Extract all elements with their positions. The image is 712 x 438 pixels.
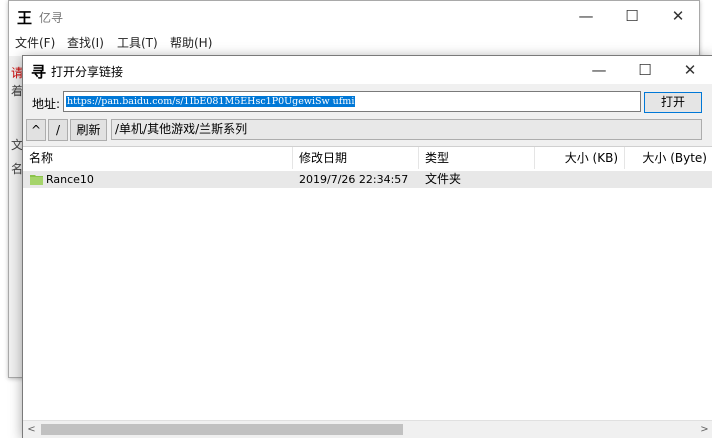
minimize-button[interactable]: — bbox=[563, 1, 609, 31]
menu-find[interactable]: 查找(I) bbox=[67, 34, 104, 51]
row-name: Rance10 bbox=[46, 173, 94, 186]
column-header-size-byte[interactable]: 大小 (Byte) bbox=[625, 147, 712, 169]
column-header-size-kb[interactable]: 大小 (KB) bbox=[535, 147, 625, 169]
scroll-right-icon[interactable]: > bbox=[696, 421, 712, 438]
column-header-type[interactable]: 类型 bbox=[419, 147, 535, 169]
dialog-minimize-button[interactable]: — bbox=[576, 56, 622, 84]
close-button[interactable]: ✕ bbox=[655, 1, 701, 31]
main-titlebar: 王 亿寻 — ☐ ✕ bbox=[9, 1, 699, 31]
column-header-name[interactable]: 名称 bbox=[23, 147, 293, 169]
dialog-close-button[interactable]: ✕ bbox=[667, 56, 712, 84]
menu-tools[interactable]: 工具(T) bbox=[117, 34, 158, 51]
root-button[interactable]: / bbox=[48, 119, 68, 141]
file-list[interactable]: 名称 修改日期 类型 大小 (KB) 大小 (Byte) Rance10 201… bbox=[23, 146, 712, 438]
main-window-title: 亿寻 bbox=[39, 11, 64, 25]
menu-bar: 文件(F) 查找(I) 工具(T) 帮助(H) bbox=[9, 31, 699, 53]
open-share-link-dialog: 寻 打开分享链接 — ☐ ✕ 地址: https://pan.baidu.com… bbox=[22, 55, 712, 438]
app-logo-icon: 王 bbox=[17, 9, 33, 27]
menu-help[interactable]: 帮助(H) bbox=[170, 34, 212, 51]
address-value: https://pan.baidu.com/s/1IbE081M5EHsc1P0… bbox=[66, 96, 356, 107]
refresh-button[interactable]: 刷新 bbox=[70, 119, 107, 141]
table-row[interactable]: Rance10 2019/7/26 22:34:57 文件夹 bbox=[23, 171, 712, 188]
maximize-button[interactable]: ☐ bbox=[609, 1, 655, 31]
app-logo-icon: 寻 bbox=[31, 63, 47, 81]
row-modified: 2019/7/26 22:34:57 bbox=[299, 173, 409, 186]
horizontal-scrollbar[interactable]: < > bbox=[23, 420, 712, 438]
scroll-left-icon[interactable]: < bbox=[23, 421, 40, 438]
up-button[interactable]: ^ bbox=[26, 119, 46, 141]
address-input[interactable]: https://pan.baidu.com/s/1IbE081M5EHsc1P0… bbox=[63, 91, 641, 112]
menu-file[interactable]: 文件(F) bbox=[15, 34, 55, 51]
folder-icon bbox=[30, 175, 43, 185]
path-field[interactable]: /单机/其他游戏/兰斯系列 bbox=[111, 119, 702, 140]
column-header-modified[interactable]: 修改日期 bbox=[293, 147, 419, 169]
open-button[interactable]: 打开 bbox=[644, 92, 702, 113]
dialog-titlebar: 寻 打开分享链接 — ☐ ✕ bbox=[23, 56, 712, 84]
dialog-title: 打开分享链接 bbox=[51, 65, 124, 79]
dialog-maximize-button[interactable]: ☐ bbox=[622, 56, 668, 84]
address-label: 地址: bbox=[32, 97, 61, 111]
row-type: 文件夹 bbox=[425, 172, 462, 186]
scroll-thumb[interactable] bbox=[41, 424, 403, 435]
